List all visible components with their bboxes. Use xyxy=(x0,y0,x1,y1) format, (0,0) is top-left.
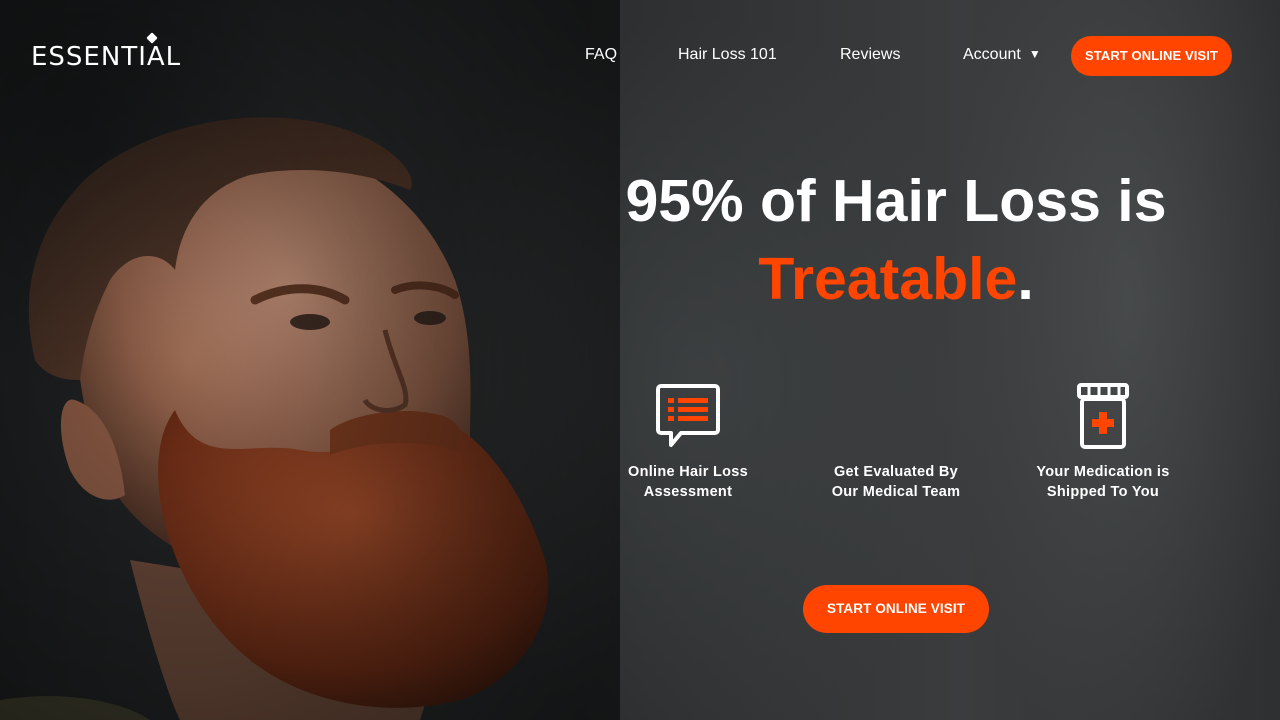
start-online-visit-button-nav[interactable]: START ONLINE VISIT xyxy=(1071,36,1232,76)
brand-logo-text: ESSENTIAL xyxy=(31,42,182,72)
step-assessment-line2: Assessment xyxy=(643,484,733,500)
headline-line2: Treatable. xyxy=(560,240,1232,318)
step-shipping-line2: Shipped To You xyxy=(1046,484,1160,500)
nav-hair-loss-101[interactable]: Hair Loss 101 xyxy=(678,46,777,64)
step-assessment: Online Hair Loss Assessment xyxy=(588,382,788,502)
step-evaluation: Get Evaluated By Our Medical Team xyxy=(796,382,996,502)
hero-headline: 95% of Hair Loss is Treatable. xyxy=(560,162,1232,318)
headline-period: . xyxy=(1017,246,1034,312)
brand-logo[interactable]: ESSENTIAL xyxy=(31,32,182,72)
medicine-bottle-icon xyxy=(1077,383,1129,449)
step-shipping: Your Medication is Shipped To You xyxy=(1003,382,1203,502)
start-online-visit-button[interactable]: START ONLINE VISIT xyxy=(803,585,989,633)
chat-list-icon xyxy=(656,384,720,447)
hero-section: ESSENTIAL FAQ Hair Loss 101 Reviews Acco… xyxy=(0,0,1280,720)
chevron-down-icon: ▼ xyxy=(1028,47,1041,61)
nav-account-label: Account xyxy=(963,46,1021,63)
step-evaluation-line2: Our Medical Team xyxy=(831,484,961,500)
nav-account[interactable]: Account ▼ xyxy=(963,46,1041,64)
headline-line1: 95% of Hair Loss is xyxy=(625,168,1167,234)
step-shipping-line1: Your Medication is xyxy=(1036,464,1170,480)
step-assessment-line1: Online Hair Loss xyxy=(627,464,749,480)
step-evaluation-line1: Get Evaluated By xyxy=(833,464,959,480)
headline-accent: Treatable xyxy=(758,246,1018,312)
nav-reviews[interactable]: Reviews xyxy=(840,46,900,64)
medical-team-icon xyxy=(863,382,929,452)
nav-faq[interactable]: FAQ xyxy=(585,46,617,64)
hero-photo xyxy=(0,0,620,720)
